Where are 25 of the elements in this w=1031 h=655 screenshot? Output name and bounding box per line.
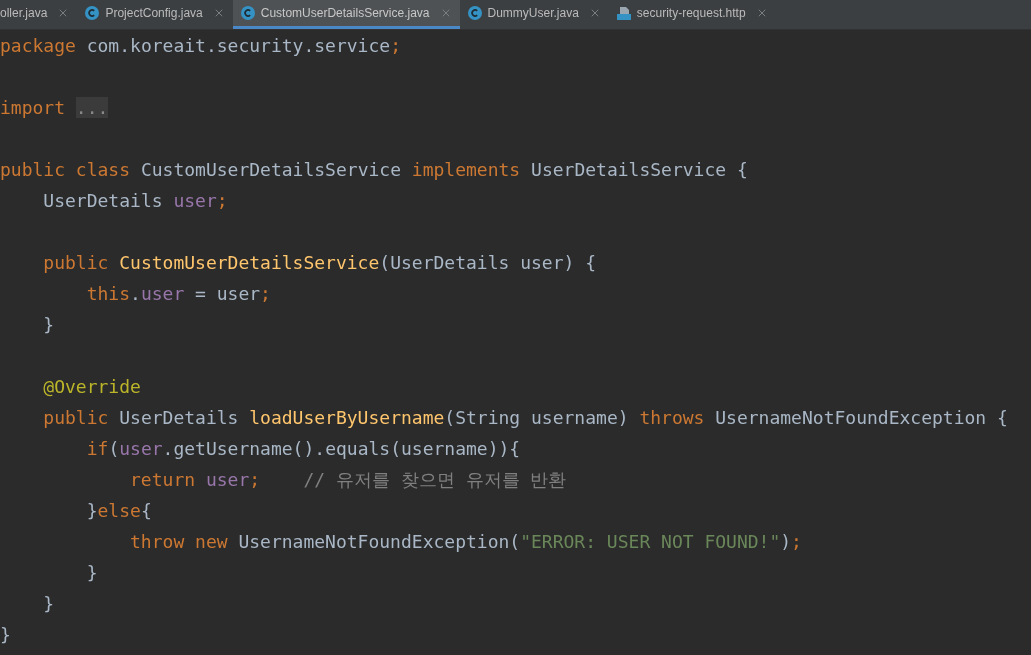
editor-tab[interactable]: ProjectConfig.java [77,0,233,29]
code-line: public class CustomUserDetailsService implements UserDetailsService { [0,158,748,182]
class-icon [467,6,482,20]
code-line: UserDetails user; [43,189,228,213]
class-icon [85,6,100,20]
code-line: throw new UsernameNotFoundException("ERROR: USER NOT FOUND!"); [130,530,802,554]
code-line: package com.koreait.security.service; [0,34,401,58]
code-line: return user; // 유저를 찾으면 유저를 반환 [130,468,567,492]
code-line: } [86,561,98,585]
code-line: public UserDetails loadUserByUsername(String username) throws UsernameNotFoundException { [43,406,1008,430]
code-line: this.user = user; [86,282,271,306]
code-line: if(user.getUsername().equals(username)){ [86,437,521,461]
code-line: public CustomUserDetailsService(UserDetails user) { [43,251,597,275]
editor-tab[interactable]: CustomUserDetailsService.java [232,0,460,29]
code-line: @Override [43,375,141,399]
code-line: } [0,623,11,647]
editor-tab[interactable]: security-request.http [608,0,776,29]
editor-tab[interactable]: DummyUser.java [459,0,609,29]
code-line: import ... [0,96,109,120]
editor-tab[interactable]: oller.java [0,0,78,29]
code-line: } [43,313,55,337]
document-icon [616,6,631,20]
class-icon [240,6,255,20]
code-line: } [43,592,55,616]
code-line: }else{ [86,499,152,523]
